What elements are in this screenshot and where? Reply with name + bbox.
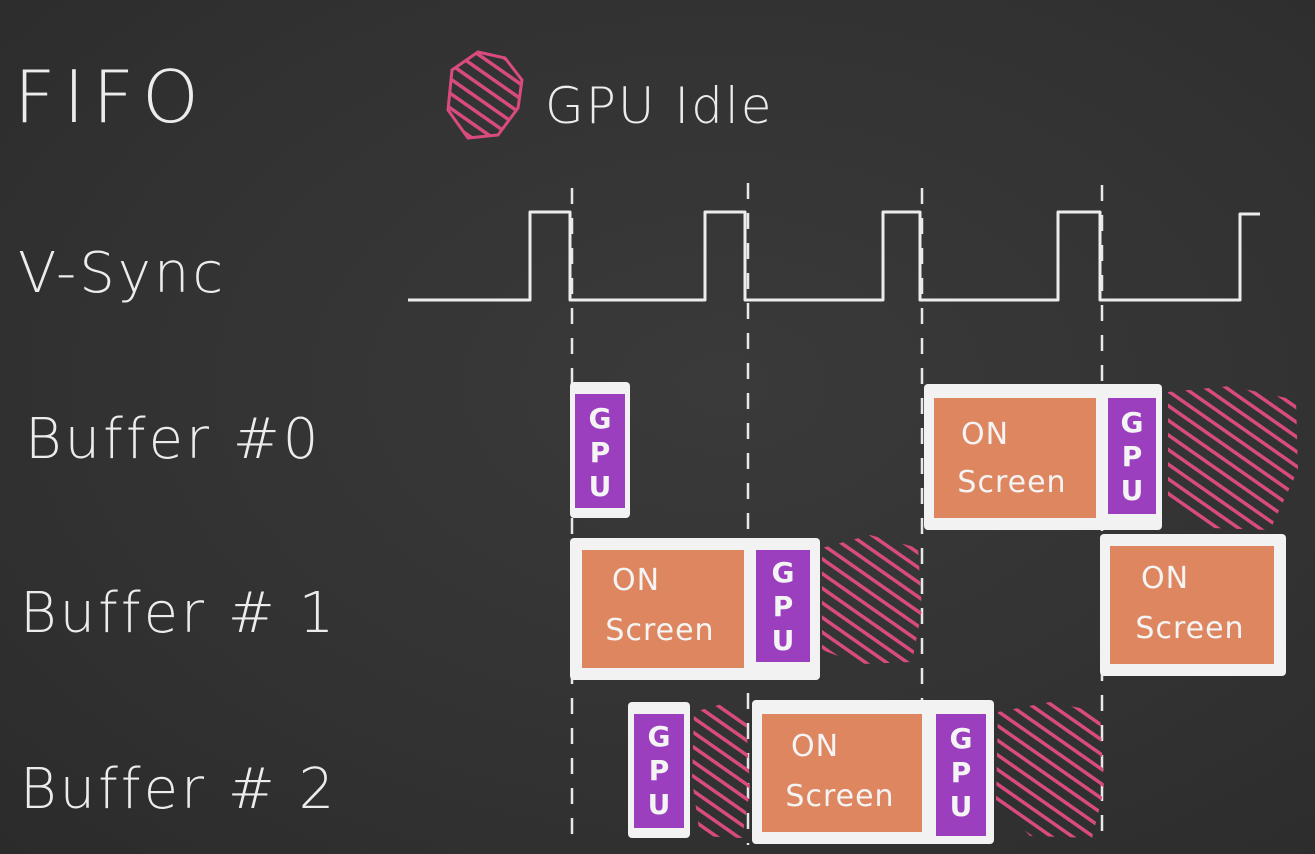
gpu-letter: G xyxy=(648,720,671,753)
on-screen-label: ON xyxy=(791,729,839,764)
gpu-letter: G xyxy=(950,722,973,755)
gpu-letter: P xyxy=(951,756,972,789)
row-label-vsync: V-Sync xyxy=(18,241,226,306)
gpu-letter: G xyxy=(1121,406,1144,439)
gpu-letter: G xyxy=(772,556,795,589)
gpu-idle-region xyxy=(1168,386,1298,530)
on-screen-label: Screen xyxy=(957,465,1066,500)
on-screen-label: Screen xyxy=(785,779,894,814)
gpu-letter: P xyxy=(1122,440,1143,473)
gpu-idle-region xyxy=(996,702,1104,838)
gpu-idle-region xyxy=(822,535,922,664)
gpu-letter: U xyxy=(1121,474,1144,507)
on-screen-block xyxy=(582,550,744,668)
on-screen-label: ON xyxy=(612,563,660,598)
row-label-buffer-1: Buffer # 1 xyxy=(20,581,337,646)
gpu-letter: P xyxy=(649,754,670,787)
gpu-letter: U xyxy=(648,788,671,821)
buffer-0-track: G P U ON Screen G P U xyxy=(570,382,1298,530)
row-label-buffer-2: Buffer # 2 xyxy=(20,757,337,822)
legend-label: GPU Idle xyxy=(545,77,774,135)
vsync-waveform xyxy=(408,210,1260,302)
diagram-title: FIFO xyxy=(14,55,207,139)
on-screen-block xyxy=(1110,546,1274,664)
fifo-timing-diagram: FIFO GPU Idle V-Sync Buffer #0 Buffer # … xyxy=(14,50,1298,845)
on-screen-block xyxy=(762,714,922,832)
on-screen-block xyxy=(934,398,1096,518)
buffer-1-track: ON Screen G P U ON Screen xyxy=(570,534,1286,680)
gpu-letter: U xyxy=(950,790,973,823)
on-screen-label: ON xyxy=(1141,561,1189,596)
chalkboard: FIFO GPU Idle V-Sync Buffer #0 Buffer # … xyxy=(0,0,1315,854)
gpu-letter: P xyxy=(590,436,611,469)
buffer-2-track: G P U ON Screen G P U xyxy=(628,700,1104,844)
gpu-letter: U xyxy=(589,470,612,503)
row-label-buffer-0: Buffer #0 xyxy=(25,407,321,472)
gpu-idle-region xyxy=(692,704,750,838)
gpu-letter: G xyxy=(589,402,612,435)
legend-idle-swatch xyxy=(446,50,524,140)
on-screen-label: ON xyxy=(961,417,1009,452)
legend: GPU Idle xyxy=(446,50,774,140)
gpu-letter: P xyxy=(773,590,794,623)
on-screen-label: Screen xyxy=(1135,611,1244,646)
on-screen-label: Screen xyxy=(605,613,714,648)
gpu-letter: U xyxy=(772,624,795,657)
